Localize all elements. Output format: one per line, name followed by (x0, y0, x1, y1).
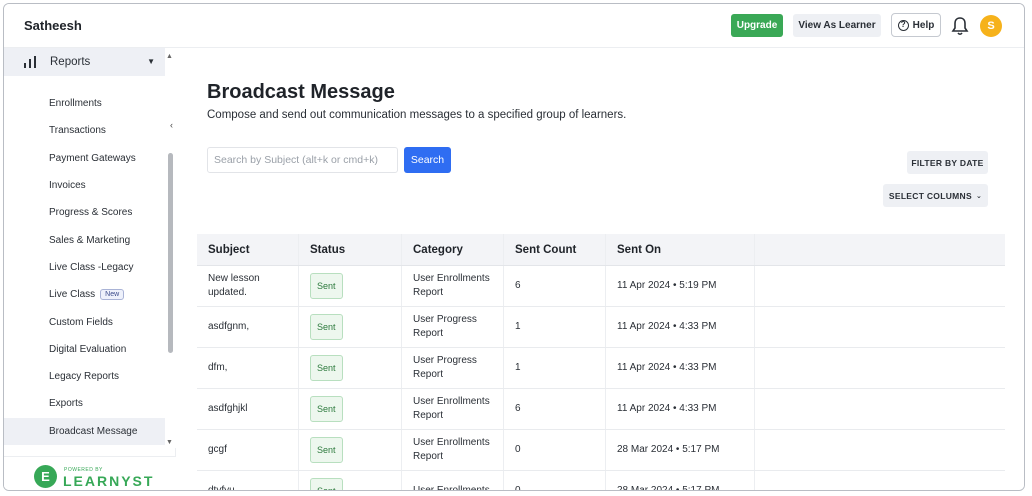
table-row[interactable]: asdfghjkl Sent User Enrollments Report 6… (197, 389, 1005, 430)
sent-count-cell: 6 (504, 266, 606, 306)
sent-on-cell: 11 Apr 2024 • 5:19 PM (606, 266, 755, 306)
subject-cell: New lesson updated. (197, 266, 299, 306)
column-header-sent-on[interactable]: Sent On (606, 234, 755, 265)
sent-on-cell: 28 Mar 2024 • 5:17 PM (606, 430, 755, 470)
table-row[interactable]: asdfgnm, Sent User Progress Report 1 11 … (197, 307, 1005, 348)
sent-count-cell: 6 (504, 389, 606, 429)
sidebar-item-broadcast-message[interactable]: Broadcast Message (4, 417, 165, 445)
sent-count-cell: 0 (504, 471, 606, 490)
sent-on-cell: 11 Apr 2024 • 4:33 PM (606, 348, 755, 388)
sidebar-section-reports[interactable]: Reports ▼ (4, 48, 165, 76)
learnyst-logo-icon: E (34, 465, 57, 488)
chevron-down-icon: ▼ (147, 57, 155, 66)
search-input[interactable] (207, 147, 398, 173)
subject-cell: gcgf (197, 430, 299, 470)
status-cell: Sent (299, 430, 402, 470)
sidebar-item-label: Live Class (49, 289, 96, 301)
collapse-sidebar-icon[interactable]: ‹ (170, 120, 173, 130)
status-cell: Sent (299, 348, 402, 388)
status-badge: Sent (310, 273, 343, 299)
category-cell: User Progress Report (402, 307, 504, 347)
learnyst-wordmark: LEARNYST (63, 473, 155, 489)
category-cell: User Progress Report (402, 348, 504, 388)
select-columns-label: SELECT COLUMNS (888, 190, 972, 201)
scroll-up-icon[interactable]: ▲ (166, 53, 173, 60)
chevron-down-icon: ⌄ (975, 192, 983, 200)
filter-by-date-button[interactable]: FILTER BY DATE (907, 151, 988, 174)
status-badge: Sent (310, 478, 343, 490)
sidebar-item-digital-evaluation[interactable]: Digital Evaluation (4, 336, 165, 363)
brand-name: Satheesh (24, 18, 82, 33)
status-cell: Sent (299, 471, 402, 490)
page-title: Broadcast Message (207, 81, 395, 103)
sidebar-item-legacy-reports[interactable]: Legacy Reports (4, 363, 165, 390)
scroll-down-icon[interactable]: ▼ (166, 439, 173, 446)
status-badge: Sent (310, 314, 343, 340)
sent-count-cell: 1 (504, 348, 606, 388)
column-header-status[interactable]: Status (299, 234, 402, 265)
sidebar-item-invoices[interactable]: Invoices (4, 172, 165, 199)
subject-cell: asdfgnm, (197, 307, 299, 347)
help-icon: ? (897, 19, 909, 31)
column-header-subject[interactable]: Subject (197, 234, 299, 265)
status-cell: Sent (299, 307, 402, 347)
sidebar-scrollbar-thumb[interactable] (168, 153, 173, 353)
sent-on-cell: 11 Apr 2024 • 4:33 PM (606, 307, 755, 347)
subject-cell: asdfghjkl (197, 389, 299, 429)
bell-icon[interactable] (951, 16, 969, 36)
column-header-sent-count[interactable]: Sent Count (504, 234, 606, 265)
sidebar-item-live-class[interactable]: Live Class New (4, 281, 165, 308)
category-cell: User Enrollments (402, 471, 504, 490)
main-content: Broadcast Message Compose and send out c… (177, 48, 1024, 490)
table-header: Subject Status Category Sent Count Sent … (197, 234, 1005, 266)
category-cell: User Enrollments Report (402, 389, 504, 429)
sidebar-item-exports[interactable]: Exports (4, 390, 165, 417)
sent-count-cell: 1 (504, 307, 606, 347)
status-badge: Sent (310, 437, 343, 463)
page-subtitle: Compose and send out communication messa… (207, 109, 627, 121)
status-badge: Sent (310, 396, 343, 422)
upgrade-button[interactable]: Upgrade (731, 14, 783, 37)
subject-cell: dtyfyu (197, 471, 299, 490)
bar-chart-icon (24, 56, 38, 68)
app-window: Satheesh Upgrade View As Learner ? Help … (3, 3, 1025, 491)
sidebar: Reports ▼ Enrollments Transactions Payme… (4, 48, 176, 490)
table-row[interactable]: New lesson updated. Sent User Enrollment… (197, 266, 1005, 307)
sent-count-cell: 0 (504, 430, 606, 470)
subject-cell: dfm, (197, 348, 299, 388)
table-row[interactable]: dfm, Sent User Progress Report 1 11 Apr … (197, 348, 1005, 389)
sidebar-item-live-class-legacy[interactable]: Live Class -Legacy (4, 254, 165, 281)
new-badge: New (100, 289, 125, 301)
category-cell: User Enrollments Report (402, 430, 504, 470)
view-as-learner-button[interactable]: View As Learner (793, 14, 881, 37)
sidebar-item-payment-gateways[interactable]: Payment Gateways (4, 145, 165, 172)
category-cell: User Enrollments Report (402, 266, 504, 306)
select-columns-button[interactable]: SELECT COLUMNS ⌄ (883, 184, 988, 207)
table-row[interactable]: dtyfyu Sent User Enrollments 0 28 Mar 20… (197, 471, 1005, 490)
column-header-category[interactable]: Category (402, 234, 504, 265)
sidebar-item-progress-scores[interactable]: Progress & Scores (4, 199, 165, 226)
top-bar: Satheesh Upgrade View As Learner ? Help … (4, 4, 1024, 48)
help-button[interactable]: ? Help (891, 13, 941, 37)
sidebar-list: Enrollments Transactions Payment Gateway… (4, 90, 165, 445)
sidebar-item-enrollments[interactable]: Enrollments (4, 90, 165, 117)
sidebar-item-custom-fields[interactable]: Custom Fields (4, 308, 165, 335)
broadcast-table: Subject Status Category Sent Count Sent … (197, 234, 1005, 490)
status-badge: Sent (310, 355, 343, 381)
sent-on-cell: 11 Apr 2024 • 4:33 PM (606, 389, 755, 429)
sidebar-item-transactions[interactable]: Transactions (4, 117, 165, 144)
search-button[interactable]: Search (404, 147, 451, 173)
status-cell: Sent (299, 266, 402, 306)
sidebar-item-sales-marketing[interactable]: Sales & Marketing (4, 226, 165, 253)
sidebar-section-label: Reports (50, 56, 91, 68)
powered-by-learnyst: E POWERED BY LEARNYST (4, 456, 176, 490)
status-cell: Sent (299, 389, 402, 429)
sent-on-cell: 28 Mar 2024 • 5:17 PM (606, 471, 755, 490)
avatar[interactable]: S (980, 15, 1002, 37)
help-label: Help (912, 19, 935, 31)
table-row[interactable]: gcgf Sent User Enrollments Report 0 28 M… (197, 430, 1005, 471)
